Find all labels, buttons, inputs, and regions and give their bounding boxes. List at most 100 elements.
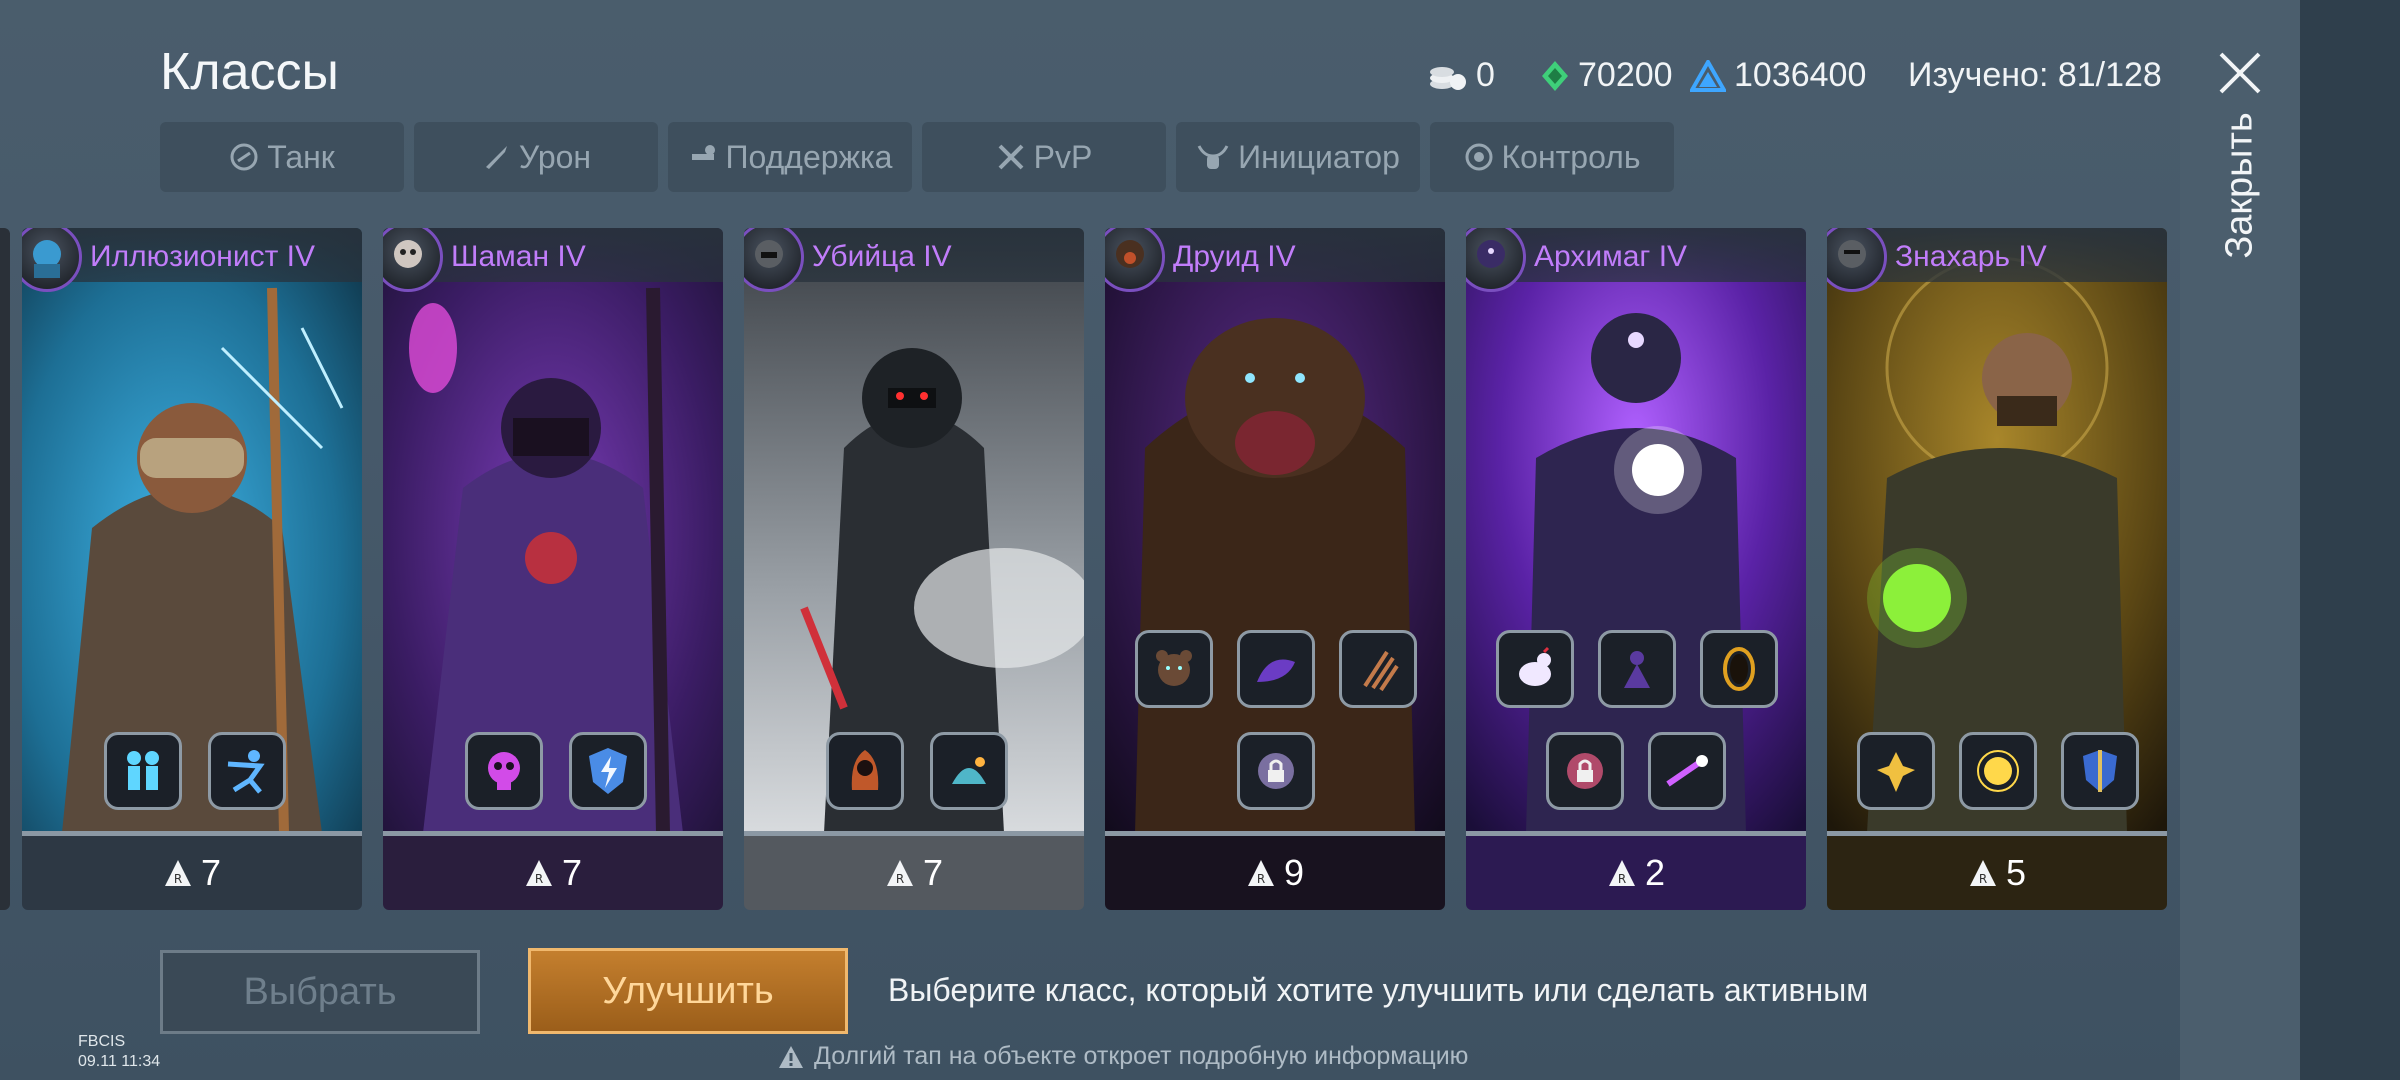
svg-text:R: R bbox=[1979, 872, 1987, 886]
watermark: FBCIS 09.11 11:34 bbox=[78, 1033, 161, 1070]
skill-slot[interactable] bbox=[1135, 630, 1213, 708]
skill-slot[interactable] bbox=[208, 732, 286, 810]
archmage-portrait bbox=[1466, 228, 1806, 833]
golden-portal-icon bbox=[1723, 647, 1755, 691]
magic-bolt-icon bbox=[1666, 755, 1708, 787]
resource-crystals: 70200 bbox=[1540, 56, 1673, 95]
shield-icon bbox=[2083, 750, 2117, 792]
druid-avatar-icon bbox=[1116, 240, 1144, 268]
upgrade-button[interactable]: Улучшить bbox=[528, 948, 848, 1034]
stacked-coins-icon bbox=[1430, 66, 1466, 90]
skill-slot[interactable] bbox=[1959, 732, 2037, 810]
tab-tank[interactable]: Танк bbox=[160, 122, 404, 192]
hooded-avatar-icon bbox=[755, 240, 783, 268]
golden-angel-icon bbox=[1877, 752, 1915, 792]
class-name: Архимаг IV bbox=[1534, 240, 1688, 273]
class-card-partial[interactable] bbox=[0, 228, 10, 910]
shadow-figure-icon bbox=[1624, 651, 1650, 688]
card-footer: R 9 bbox=[1105, 836, 1445, 910]
skill-slot[interactable] bbox=[1700, 630, 1778, 708]
page-title: Классы bbox=[160, 43, 339, 101]
purple-skull-icon bbox=[488, 752, 520, 790]
resource-coins: 0 bbox=[1428, 56, 1495, 95]
rune-icon: R bbox=[886, 860, 913, 886]
class-card-assassin[interactable]: Убийца IV R 7 bbox=[744, 228, 1084, 910]
tab-support[interactable]: Поддержка bbox=[668, 122, 912, 192]
dash-figure-icon bbox=[227, 750, 265, 794]
skill-slot[interactable] bbox=[1857, 732, 1935, 810]
rune-icon: R bbox=[1969, 860, 1996, 886]
card-footer: R 2 bbox=[1466, 836, 1806, 910]
close-button[interactable] bbox=[2215, 48, 2265, 98]
cloak-spark-icon bbox=[952, 757, 986, 784]
card-footer: R 5 bbox=[1827, 836, 2167, 910]
chicken-icon bbox=[1519, 646, 1551, 686]
rune-icon: R bbox=[1247, 860, 1274, 886]
svg-text:R: R bbox=[1257, 872, 1265, 886]
skill-slot-locked[interactable] bbox=[1546, 732, 1624, 810]
illusionist-portrait bbox=[22, 228, 362, 833]
class-name: Шаман IV bbox=[451, 240, 586, 273]
card-footer: R 7 bbox=[383, 836, 723, 910]
class-cards: Иллюзионист IV R 7 Шаман IV R 7 Убийца I… bbox=[0, 228, 2180, 912]
close-label[interactable]: Закрыть bbox=[2200, 110, 2280, 260]
studied-counter: Изучено: 81/128 bbox=[1908, 56, 2162, 94]
skill-slot[interactable] bbox=[1339, 630, 1417, 708]
info-note: Долгий тап на объекте откроет подробную … bbox=[778, 1042, 1468, 1071]
skill-slot[interactable] bbox=[826, 732, 904, 810]
shaman-portrait bbox=[383, 228, 723, 833]
green-crystal-icon bbox=[1542, 60, 1568, 91]
class-card-archmage[interactable]: Архимаг IV R 2 bbox=[1466, 228, 1806, 910]
skill-slot[interactable] bbox=[1648, 732, 1726, 810]
class-card-shaman[interactable]: Шаман IV R 7 bbox=[383, 228, 723, 910]
resource-triangles: 1036400 bbox=[1690, 56, 1866, 95]
rank-value: 7 bbox=[200, 852, 222, 893]
rune-icon: R bbox=[525, 860, 552, 886]
twin-figures-icon bbox=[127, 751, 159, 790]
rune-icon: R bbox=[1608, 860, 1635, 886]
skill-slot[interactable] bbox=[465, 732, 543, 810]
tab-control[interactable]: Контроль bbox=[1430, 122, 1674, 192]
hooded-avatar-icon bbox=[33, 240, 61, 278]
sword-icon bbox=[485, 146, 507, 169]
class-card-healer[interactable]: Знахарь IV R 5 bbox=[1827, 228, 2167, 910]
bear-head-icon bbox=[1156, 650, 1192, 686]
blue-triangle-icon bbox=[1690, 59, 1726, 92]
padlock-icon bbox=[1258, 753, 1294, 789]
tab-damage[interactable]: Урон bbox=[414, 122, 658, 192]
class-card-illusionist[interactable]: Иллюзионист IV R 7 bbox=[22, 228, 362, 910]
skill-slot[interactable] bbox=[930, 732, 1008, 810]
purple-beast-icon bbox=[1257, 659, 1295, 682]
class-name: Друид IV bbox=[1173, 240, 1296, 273]
hint-text: Выберите класс, который хотите улучшить … bbox=[888, 972, 1869, 1008]
close-icon bbox=[2219, 52, 2261, 94]
skill-slot[interactable] bbox=[1598, 630, 1676, 708]
skill-slot[interactable] bbox=[1237, 630, 1315, 708]
rank-value: 5 bbox=[2005, 852, 2027, 893]
filter-tabs: Танк Урон Поддержка PvP Инициатор Контро… bbox=[160, 122, 1674, 192]
rank-value: 2 bbox=[1644, 852, 1666, 893]
lightning-shield-icon bbox=[589, 748, 627, 794]
skill-slot[interactable] bbox=[2061, 732, 2139, 810]
golden-glow-icon bbox=[1977, 750, 2019, 792]
tab-initiator[interactable]: Инициатор bbox=[1176, 122, 1420, 192]
knight-avatar-icon bbox=[1838, 240, 1866, 268]
bull-horns-icon bbox=[1197, 145, 1229, 169]
svg-text:R: R bbox=[1618, 872, 1626, 886]
skill-slot-locked[interactable] bbox=[1237, 732, 1315, 810]
skill-slot[interactable] bbox=[1496, 630, 1574, 708]
select-button[interactable]: Выбрать bbox=[160, 950, 480, 1034]
hooded-flame-icon bbox=[851, 750, 879, 790]
class-name: Иллюзионист IV bbox=[90, 240, 316, 273]
skill-slot[interactable] bbox=[104, 732, 182, 810]
rank-value: 7 bbox=[922, 852, 944, 893]
skill-slot[interactable] bbox=[569, 732, 647, 810]
rune-icon: R bbox=[164, 860, 191, 886]
archmage-avatar-icon bbox=[1477, 240, 1505, 268]
warning-icon bbox=[779, 1045, 803, 1068]
class-name: Знахарь IV bbox=[1895, 240, 2047, 273]
tab-pvp[interactable]: PvP bbox=[922, 122, 1166, 192]
class-card-druid[interactable]: Друид IV R 9 bbox=[1105, 228, 1445, 910]
card-footer: R 7 bbox=[744, 836, 1084, 910]
padlock-icon bbox=[1567, 753, 1603, 789]
